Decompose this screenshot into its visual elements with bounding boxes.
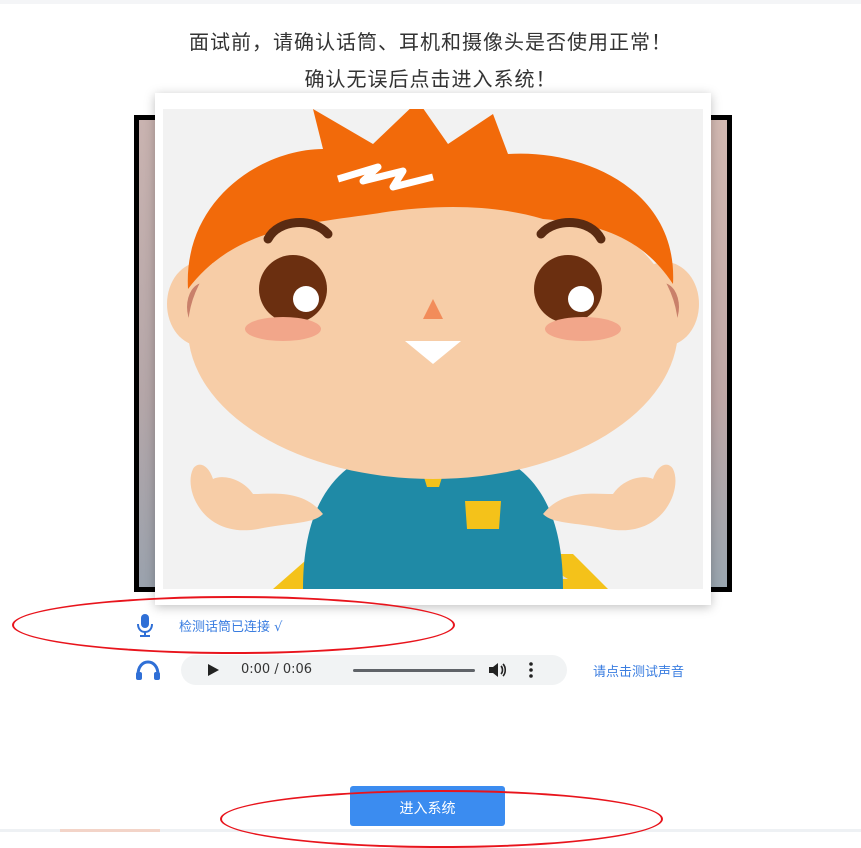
instruction-line-1: 面试前，请确认话筒、耳机和摄像头是否使用正常！ xyxy=(189,30,672,54)
top-divider xyxy=(0,0,861,4)
audio-test-row: 0:00 / 0:06 请点击测试声音 xyxy=(135,655,684,685)
cartoon-avatar-image xyxy=(163,109,703,589)
headphones-icon xyxy=(136,660,160,680)
avatar-card xyxy=(155,93,711,605)
audio-player[interactable]: 0:00 / 0:06 xyxy=(181,655,567,685)
annotation-ellipse-enter-button xyxy=(220,790,663,848)
play-icon[interactable] xyxy=(207,664,219,676)
volume-icon[interactable] xyxy=(489,662,507,678)
annotation-ellipse-microphone xyxy=(12,596,455,654)
instruction-line-2: 确认无误后点击进入系统！ xyxy=(304,67,557,91)
audio-time: 0:00 / 0:06 xyxy=(241,662,313,677)
more-options-icon[interactable] xyxy=(529,662,533,678)
bottom-accent xyxy=(60,829,160,832)
test-sound-link[interactable]: 请点击测试声音 xyxy=(593,661,684,680)
audio-seek-bar[interactable] xyxy=(353,669,475,672)
